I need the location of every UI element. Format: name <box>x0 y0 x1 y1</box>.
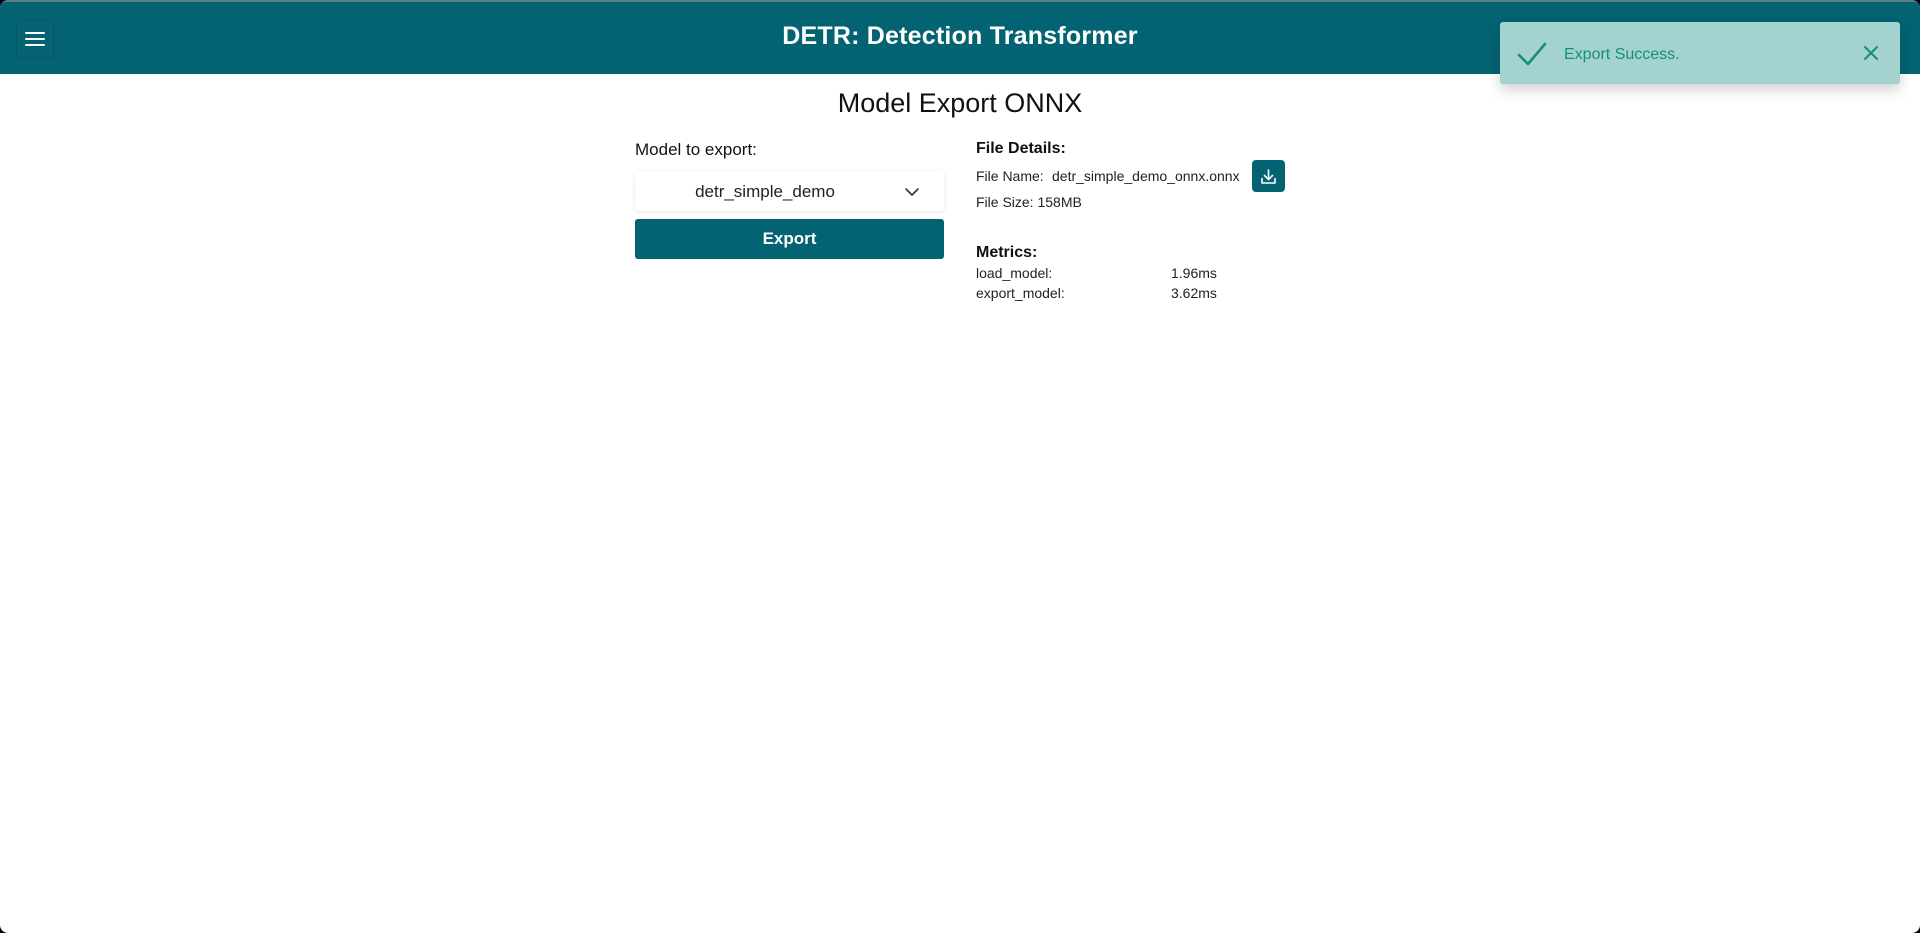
metrics-title: Metrics: <box>976 244 1038 261</box>
metric-value: 1.96ms <box>1171 265 1217 281</box>
model-select-value: detr_simple_demo <box>695 182 835 201</box>
file-size: File Size: 158MB <box>976 194 1082 210</box>
metric-value: 3.62ms <box>1171 285 1217 301</box>
export-form: Model to export: detr_simple_demo Export <box>635 140 944 259</box>
file-details-title: File Details: <box>976 140 1066 157</box>
download-icon <box>1261 169 1276 184</box>
metric-row: export_model: 3.62ms <box>976 285 1316 305</box>
toast-message: Export Success. <box>1564 46 1680 63</box>
app-window: DETR: Detection Transformer Export Succe… <box>0 0 1920 933</box>
page-title: Model Export ONNX <box>837 88 1083 118</box>
chevron-down-icon <box>905 188 919 196</box>
export-button[interactable]: Export <box>635 219 944 259</box>
check-icon <box>1517 42 1547 66</box>
metric-name: export_model: <box>976 285 1065 301</box>
metric-row: load_model: 1.96ms <box>976 265 1316 285</box>
model-select[interactable]: detr_simple_demo <box>635 171 944 211</box>
file-name-row: File Name: detr_simple_demo_onnx.onnx <box>976 160 1316 192</box>
success-toast: Export Success. <box>1500 22 1900 84</box>
file-name-value: detr_simple_demo_onnx.onnx <box>1052 168 1240 184</box>
download-button[interactable] <box>1252 160 1285 192</box>
metric-name: load_model: <box>976 265 1053 281</box>
close-icon[interactable] <box>1862 44 1880 62</box>
file-name-label: File Name: <box>976 168 1044 184</box>
model-select-label: Model to export: <box>635 140 757 159</box>
results-panel: File Details: File Name: detr_simple_dem… <box>976 140 1316 305</box>
